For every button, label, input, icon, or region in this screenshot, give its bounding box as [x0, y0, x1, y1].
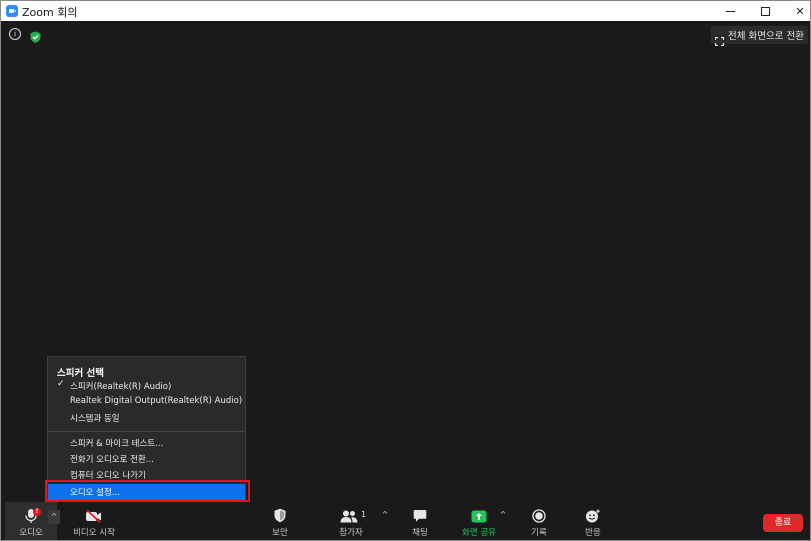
- minimize-button[interactable]: [714, 1, 746, 21]
- zoom-window: Zoom 회의 ✕ i 전체 화면으로 전환 스피커 선택 ✓ 스피커(Real…: [0, 0, 811, 541]
- close-button[interactable]: ✕: [784, 1, 810, 21]
- video-off-icon: [85, 508, 103, 527]
- menu-item-speaker-digital-output[interactable]: Realtek Digital Output(Realtek(R) Audio): [48, 394, 245, 410]
- reactions-button[interactable]: 반응: [579, 502, 607, 540]
- check-icon: ✓: [57, 379, 65, 389]
- close-icon: ✕: [795, 4, 805, 18]
- menu-item-label: 전화기 오디오로 전환...: [70, 455, 154, 465]
- participants-options-caret[interactable]: ^: [379, 508, 391, 522]
- chat-button[interactable]: 채팅: [405, 502, 435, 540]
- chat-bubble-icon: [413, 508, 427, 527]
- audio-alert-badge: !: [33, 508, 41, 516]
- fullscreen-icon: [714, 31, 725, 46]
- zoom-logo-icon: [6, 5, 18, 17]
- security-shield-icon: [274, 508, 287, 527]
- participants-label: 참가자: [339, 528, 363, 538]
- participants-count: 1: [361, 510, 367, 519]
- highlight-box-audio-settings: [45, 480, 250, 502]
- meeting-toolbar: ! 오디오 ^ 비디오 시작 보안 1 참가자 ^ 채팅 화면 공유 ^ 기록 …: [1, 502, 810, 540]
- end-meeting-button[interactable]: 종료: [763, 514, 803, 532]
- security-label: 보안: [272, 528, 288, 538]
- window-title: Zoom 회의: [22, 6, 78, 19]
- share-screen-label: 화면 공유: [462, 528, 496, 538]
- fullscreen-button[interactable]: 전체 화면으로 전환: [711, 26, 808, 46]
- participants-button[interactable]: 1 참가자: [333, 502, 369, 540]
- maximize-icon: [760, 6, 770, 16]
- participants-icon: [340, 508, 358, 527]
- menu-item-speaker-realtek[interactable]: ✓ 스피커(Realtek(R) Audio): [48, 378, 245, 394]
- menu-item-label: Realtek Digital Output(Realtek(R) Audio): [70, 396, 243, 406]
- speaker-select-header: 스피커 선택: [57, 368, 105, 379]
- menu-item-speaker-system-default[interactable]: 시스템과 동일: [48, 410, 245, 426]
- share-screen-button[interactable]: 화면 공유: [459, 502, 499, 540]
- fullscreen-label: 전체 화면으로 전환: [728, 31, 804, 42]
- menu-item-test-speaker-mic[interactable]: 스피커 & 마이크 테스트...: [48, 435, 245, 451]
- audio-options-caret[interactable]: ^: [48, 510, 60, 524]
- menu-item-label: 스피커 & 마이크 테스트...: [70, 439, 164, 449]
- record-icon: [532, 508, 546, 527]
- security-button[interactable]: 보안: [263, 502, 297, 540]
- menu-divider: [48, 431, 245, 432]
- audio-label: 오디오: [19, 528, 43, 538]
- minimize-icon: [725, 10, 735, 12]
- meeting-info-icon[interactable]: i: [9, 28, 21, 40]
- menu-item-switch-phone-audio[interactable]: 전화기 오디오로 전환...: [48, 451, 245, 467]
- chat-label: 채팅: [412, 528, 428, 538]
- record-button[interactable]: 기록: [525, 502, 553, 540]
- reaction-smiley-icon: [586, 508, 601, 527]
- share-options-caret[interactable]: ^: [497, 508, 509, 522]
- start-video-button[interactable]: 비디오 시작: [67, 502, 121, 540]
- title-bar: Zoom 회의 ✕: [1, 1, 810, 21]
- menu-item-label: 스피커(Realtek(R) Audio): [70, 382, 172, 392]
- menu-item-label: 시스템과 동일: [70, 414, 120, 424]
- record-label: 기록: [531, 528, 547, 538]
- maximize-button[interactable]: [749, 1, 781, 21]
- share-screen-icon: [471, 508, 487, 527]
- reactions-label: 반응: [585, 528, 601, 538]
- encryption-shield-icon[interactable]: [30, 28, 41, 47]
- start-video-label: 비디오 시작: [73, 528, 115, 538]
